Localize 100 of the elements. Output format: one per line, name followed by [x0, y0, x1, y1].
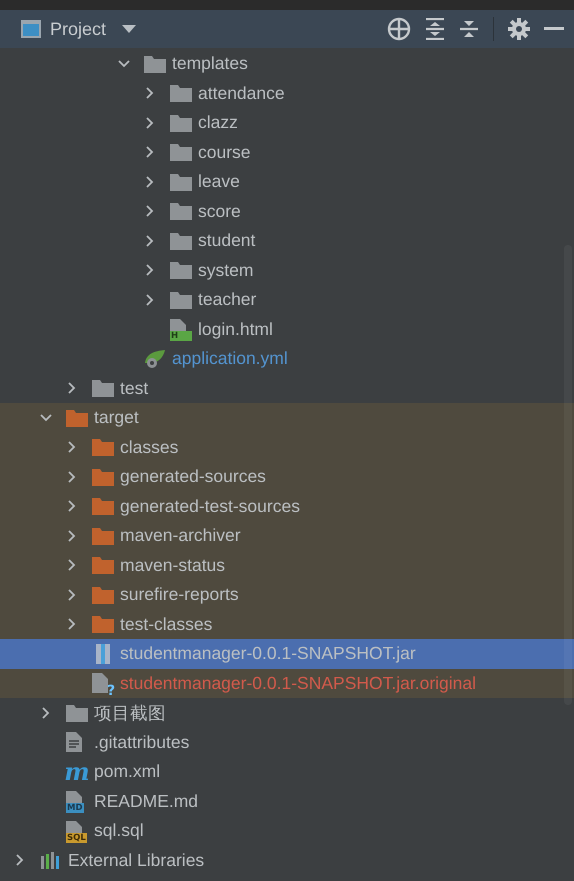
item-label: templates [172, 53, 249, 74]
folder-icon [170, 143, 192, 162]
tree-item[interactable]: surefire-reports [0, 580, 574, 610]
item-label: score [198, 200, 242, 222]
tree-item[interactable]: teacher [0, 285, 574, 314]
item-label: system [198, 260, 254, 281]
expand-all-icon[interactable] [425, 18, 445, 40]
tree-item[interactable]: generated-test-sources [0, 492, 574, 521]
folder-icon [92, 438, 114, 456]
chevron-right-icon[interactable] [66, 382, 78, 394]
tree-item[interactable]: attendance [0, 78, 574, 108]
item-label: pom.xml [94, 761, 162, 782]
chevron-right-icon[interactable] [66, 530, 78, 542]
tree-item[interactable]: generated-sources [0, 462, 574, 492]
folder-icon [92, 497, 114, 516]
folder-icon [92, 586, 114, 604]
tree-item[interactable]: target [0, 403, 574, 432]
chevron-right-icon[interactable] [144, 87, 156, 100]
minimize-icon[interactable] [544, 27, 564, 31]
leaf-gear-icon [144, 348, 166, 369]
chevron-right-icon[interactable] [144, 294, 156, 306]
item-label: clazz [198, 112, 239, 134]
tree-item[interactable]: m pom.xml [0, 757, 574, 786]
item-label: maven-archiver [120, 525, 242, 546]
scrollbar[interactable] [564, 245, 572, 705]
folder-icon [66, 704, 88, 722]
folder-icon [170, 261, 192, 280]
item-label: course [198, 142, 252, 163]
settings-icon[interactable] [508, 18, 530, 40]
dropdown-caret-icon[interactable] [122, 24, 136, 34]
tree-item[interactable]: templates [0, 49, 574, 78]
panel-title: Project [50, 18, 106, 40]
item-label: login.html [198, 318, 274, 340]
tree-item[interactable]: maven-status [0, 550, 574, 580]
folder-icon [92, 615, 114, 634]
folder-icon [144, 54, 166, 73]
tree-item[interactable]: test [0, 374, 574, 403]
chevron-right-icon[interactable] [144, 264, 156, 276]
folder-icon [92, 556, 114, 574]
tree-item[interactable]: 项目截图 [0, 698, 574, 728]
chevron-down-icon[interactable] [118, 58, 130, 70]
tree-item[interactable]: score [0, 196, 574, 226]
tree-item[interactable]: H login.html [0, 314, 574, 344]
item-label: leave [198, 171, 241, 192]
item-label: External Libraries [68, 850, 206, 871]
folder-icon [170, 232, 192, 250]
chevron-right-icon[interactable] [144, 205, 156, 218]
item-label: sql.sql [94, 820, 145, 842]
archive-icon [96, 644, 110, 664]
chevron-right-icon[interactable] [66, 500, 78, 512]
chevron-right-icon[interactable] [66, 470, 78, 483]
chevron-right-icon[interactable] [144, 116, 156, 129]
chevron-right-icon[interactable] [66, 559, 78, 572]
chevron-down-icon[interactable] [40, 412, 52, 424]
item-label: student [198, 230, 256, 252]
chevron-right-icon[interactable] [144, 234, 156, 247]
item-label: classes [120, 436, 180, 458]
item-label: README.md [94, 790, 200, 812]
tree-item[interactable]: leave [0, 167, 574, 196]
window-icon [20, 19, 42, 39]
tree-item[interactable]: maven-archiver [0, 521, 574, 550]
tree-item[interactable]: student [0, 226, 574, 256]
tree-item[interactable]: test-classes [0, 610, 574, 639]
item-label: target [94, 407, 140, 428]
folder-icon [66, 408, 88, 427]
tree-item[interactable]: system [0, 256, 574, 285]
chevron-right-icon[interactable] [144, 146, 156, 158]
crosshair-icon[interactable] [387, 17, 411, 41]
chevron-right-icon[interactable] [14, 854, 26, 866]
collapse-all-icon[interactable] [459, 18, 479, 40]
chevron-right-icon[interactable] [66, 618, 78, 630]
item-label: 项目截图 [94, 702, 167, 725]
item-label: studentmanager-0.0.1-SNAPSHOT.jar [120, 643, 417, 664]
chevron-right-icon[interactable] [40, 706, 52, 719]
tree-item[interactable]: classes [0, 432, 574, 462]
folder-icon [170, 84, 192, 102]
folder-icon [170, 114, 192, 132]
chevron-right-icon[interactable] [66, 441, 78, 454]
tree-item[interactable]: MD README.md [0, 786, 574, 816]
tree-item[interactable]: application.yml [0, 344, 574, 374]
folder-icon [92, 468, 114, 486]
item-label: attendance [198, 82, 286, 104]
item-label: teacher [198, 289, 258, 310]
chevron-right-icon[interactable] [144, 176, 156, 188]
item-label: generated-sources [120, 466, 267, 488]
tree-item[interactable]: clazz [0, 108, 574, 138]
tree-item[interactable]: course [0, 138, 574, 167]
tree-item[interactable]: .gitattributes [0, 728, 574, 757]
folder-icon [170, 202, 192, 220]
item-label: application.yml [172, 348, 289, 370]
tree-item[interactable]: External Libraries [0, 846, 574, 875]
folder-icon [170, 290, 192, 309]
item-label: .gitattributes [94, 732, 190, 753]
tree-item[interactable]: SQL sql.sql [0, 816, 574, 846]
chevron-right-icon[interactable] [66, 588, 78, 601]
tree-item[interactable]: ? studentmanager-0.0.1-SNAPSHOT.jar.original [0, 668, 574, 698]
item-label: studentmanager-0.0.1-SNAPSHOT.jar.original [120, 672, 478, 694]
item-label: maven-status [120, 554, 226, 576]
item-label: test [120, 378, 150, 399]
folder-icon [170, 172, 192, 191]
